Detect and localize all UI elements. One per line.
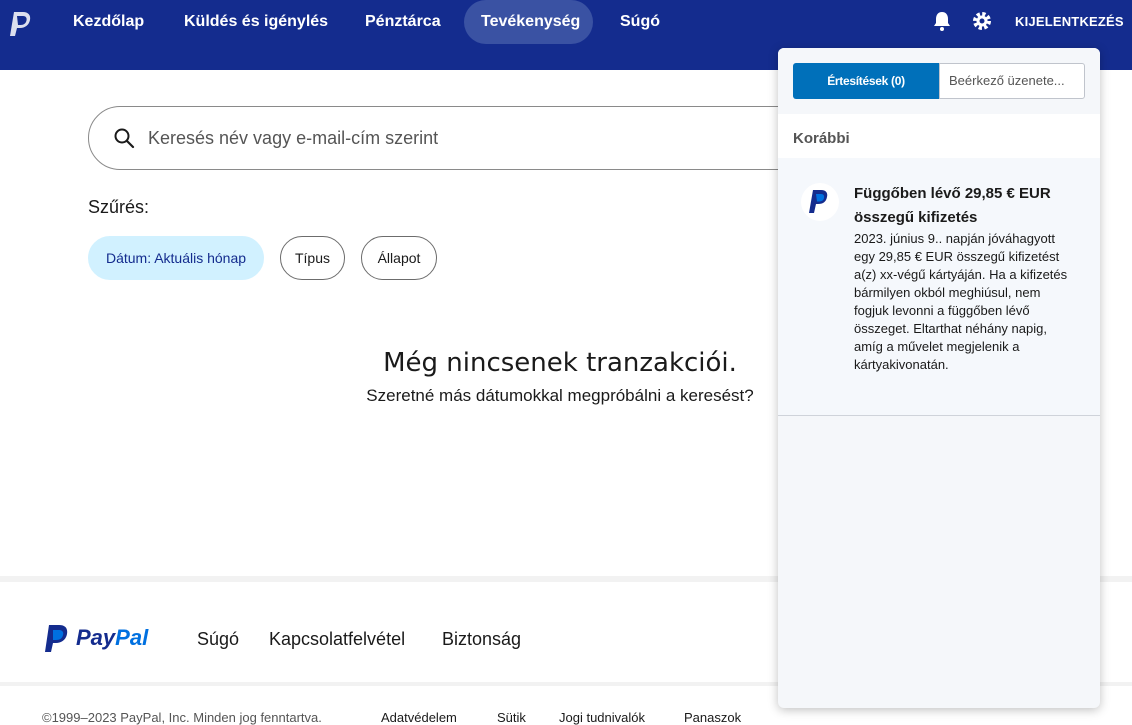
footer-link-contact[interactable]: Kapcsolatfelvétel [269,629,405,650]
bell-icon[interactable] [931,10,953,32]
notification-title: Függőben lévő 29,85 € EUR összegű kifize… [854,185,1051,226]
nav-home[interactable]: Kezdőlap [73,0,144,44]
footer-brand: PayPal [76,625,148,651]
nav-activity[interactable]: Tevékenység [481,0,580,44]
filter-date-chip[interactable]: Dátum: Aktuális hónap [88,236,264,280]
filter-status-chip[interactable]: Állapot [361,236,437,280]
paypal-logo-icon [801,183,839,221]
brand-pay: Pay [76,625,116,650]
empty-state-title: Még nincsenek tranzakciói. [383,348,737,378]
footer-link-privacy[interactable]: Adatvédelem [381,710,457,725]
footer-link-help[interactable]: Súgó [197,629,239,650]
footer-link-legal[interactable]: Jogi tudnivalók [559,710,645,725]
brand-pal: Pal [115,625,149,650]
footer-copyright: ©1999–2023 PayPal, Inc. Minden jog fennt… [42,710,322,725]
notification-body: 2023. június 9.. napján jóváhagyott egy … [854,231,1068,372]
tab-notifications[interactable]: Értesítések (0) [793,63,939,99]
footer-link-security[interactable]: Biztonság [442,629,521,650]
footer-link-cookies[interactable]: Sütik [497,710,526,725]
empty-state-subtitle: Szeretné más dátumokkal megpróbálni a ke… [366,386,754,405]
search-icon [114,128,135,149]
nav-wallet[interactable]: Pénztárca [365,0,441,44]
tab-inbox[interactable]: Beérkező üzenete... [939,63,1085,99]
paypal-logo-icon [45,625,68,652]
paypal-logo-icon[interactable] [8,10,34,38]
nav-send-request[interactable]: Küldés és igénylés [184,0,328,44]
gear-icon[interactable] [971,10,993,32]
footer-link-complaints[interactable]: Panaszok [684,710,741,725]
filter-label: Szűrés: [88,197,150,217]
logout-link[interactable]: KIJELENTKEZÉS [1015,0,1124,44]
section-earlier-label: Korábbi [793,130,850,147]
filter-type-chip[interactable]: Típus [280,236,345,280]
search-input[interactable] [148,124,748,152]
nav-help[interactable]: Súgó [620,0,660,44]
notification-panel: Értesítések (0) Beérkező üzenete... [778,48,1100,708]
